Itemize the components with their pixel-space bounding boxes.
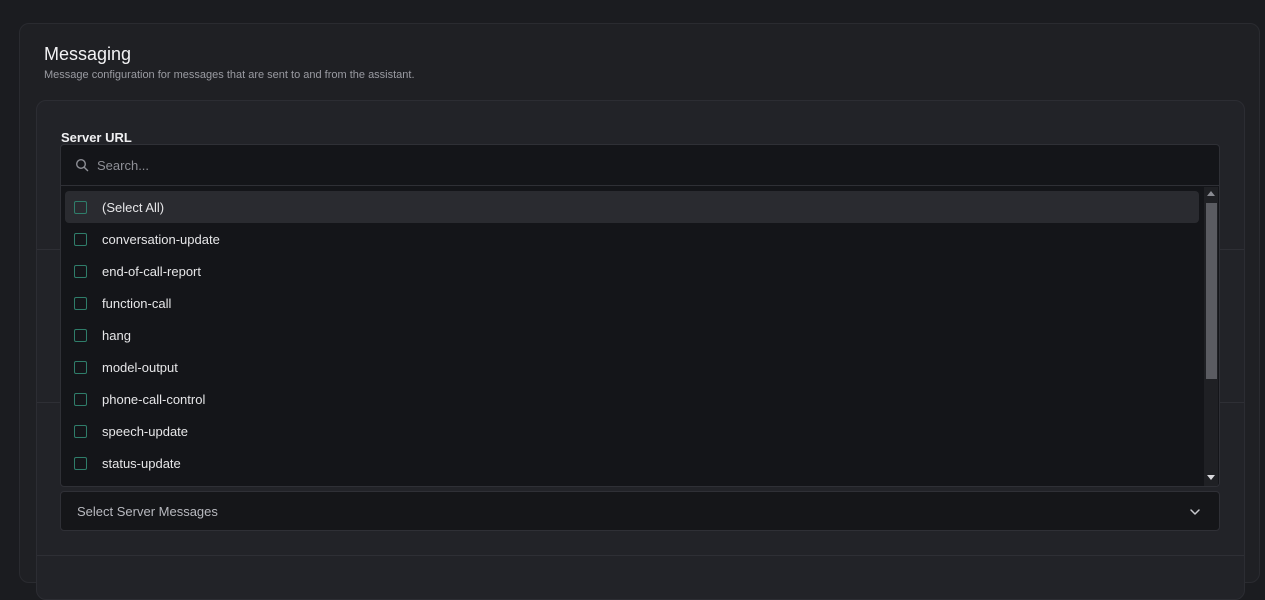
scroll-up-arrow-icon[interactable]: [1207, 191, 1215, 196]
checkbox-icon[interactable]: [74, 328, 87, 342]
checkbox-icon[interactable]: [74, 200, 87, 214]
checkbox-icon[interactable]: [74, 424, 87, 438]
dropdown-option[interactable]: function-call: [65, 287, 1199, 319]
dropdown-option[interactable]: status-update: [65, 447, 1199, 479]
server-messages-dropdown[interactable]: (Select All) conversation-update end-of-ca…: [60, 144, 1220, 487]
checkbox-icon[interactable]: [74, 232, 87, 246]
dropdown-option[interactable]: model-output: [65, 351, 1199, 383]
scroll-thumb[interactable]: [1206, 203, 1217, 379]
checkbox-icon[interactable]: [74, 264, 87, 278]
option-label: conversation-update: [102, 231, 220, 247]
option-label: (Select All): [102, 199, 165, 215]
checkbox-icon[interactable]: [74, 296, 87, 310]
section-description: Message configuration for messages that …: [44, 69, 415, 81]
option-label: hang: [102, 327, 131, 343]
dropdown-scrollbar[interactable]: [1204, 187, 1218, 486]
option-label: function-call: [102, 295, 172, 311]
option-label: model-output: [102, 359, 178, 375]
server-url-label: Server URL: [61, 130, 132, 145]
search-icon: [75, 158, 89, 172]
options-list: (Select All) conversation-update end-of-ca…: [65, 191, 1199, 479]
dropdown-option[interactable]: end-of-call-report: [65, 255, 1199, 287]
option-label: speech-update: [102, 423, 189, 439]
panel-divider: [37, 555, 1244, 556]
dropdown-search-input[interactable]: [97, 153, 1197, 177]
dropdown-option[interactable]: phone-call-control: [65, 383, 1199, 415]
checkbox-icon[interactable]: [74, 392, 87, 406]
dropdown-search-row: [61, 145, 1219, 186]
server-messages-select-placeholder: Select Server Messages: [77, 504, 218, 519]
option-label: end-of-call-report: [102, 263, 201, 279]
dropdown-option[interactable]: (Select All): [65, 191, 1199, 223]
checkbox-icon[interactable]: [74, 360, 87, 374]
option-label: phone-call-control: [102, 391, 206, 407]
scroll-down-arrow-icon[interactable]: [1207, 475, 1215, 480]
section-title: Messaging: [44, 44, 132, 64]
dropdown-option[interactable]: hang: [65, 319, 1199, 351]
dropdown-option[interactable]: conversation-update: [65, 223, 1199, 255]
server-messages-select[interactable]: Select Server Messages: [60, 491, 1220, 531]
checkbox-icon[interactable]: [74, 456, 87, 470]
dropdown-option[interactable]: speech-update: [65, 415, 1199, 447]
chevron-down-icon: [1190, 509, 1200, 515]
option-label: status-update: [102, 455, 181, 471]
